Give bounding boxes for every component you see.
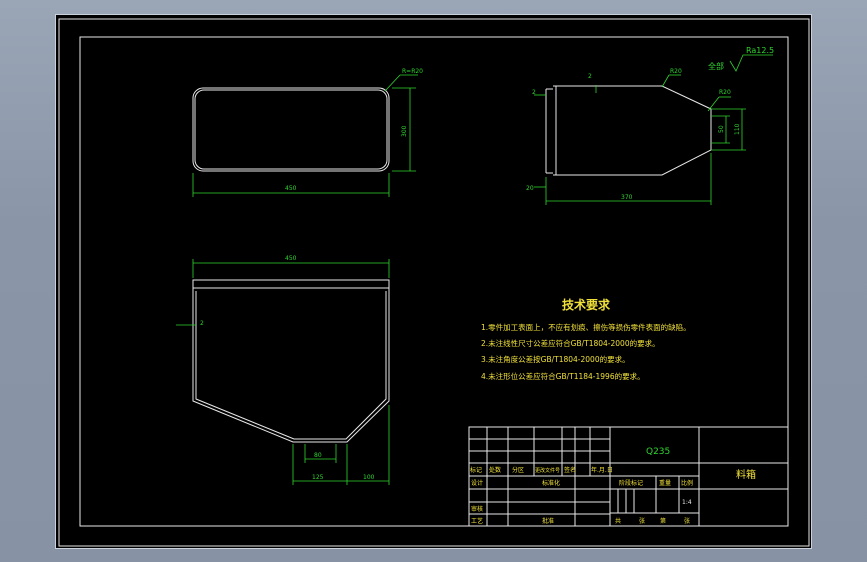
sheet-no-label: 第 <box>660 517 666 525</box>
dim-bottom-outlet-inner: 80 <box>314 452 322 459</box>
sheet-total-label: 共 <box>615 517 621 525</box>
label-approve: 批准 <box>542 517 554 525</box>
hdr-zone: 分区 <box>512 466 524 474</box>
dim-side-thickness2: 20 <box>526 185 534 192</box>
label-audit: 审核 <box>471 505 483 513</box>
hdr-date: 年.月.日 <box>591 466 613 474</box>
hdr-mark: 标记 <box>470 466 482 474</box>
technical-requirements: 技术要求 1.零件加工表面上，不应有划痕、擦伤等损伤零件表面的缺陷。 2.未注线… <box>481 297 691 381</box>
hdr-count: 处数 <box>489 466 501 474</box>
roughness-symbol <box>729 54 773 72</box>
tech-req-title: 技术要求 <box>562 297 611 312</box>
tech-req-item: 2.未注线性尺寸公差应符合GB/T1804-2000的要求。 <box>481 338 660 348</box>
dim-side-inner-height: 50 <box>718 125 725 133</box>
cad-viewport[interactable]: 450 300 R=R20 2 20 2 R20 R20 50 110 370 … <box>55 14 812 549</box>
tech-req-item: 3.未注角度公差按GB/T1804-2000的要求。 <box>481 354 630 364</box>
dim-side-chamfer: R20 <box>670 68 682 75</box>
label-process: 工艺 <box>471 517 483 525</box>
label-stage: 阶段标记 <box>619 479 643 487</box>
roughness-label: 全部 <box>708 61 724 71</box>
side-view: 2 20 2 R20 R20 50 110 370 全部 Ra12.5 <box>526 46 774 205</box>
hdr-sign: 签名 <box>564 466 576 474</box>
material-value: Q235 <box>646 447 670 457</box>
scale-value: 1:4 <box>682 499 692 506</box>
outer-frame <box>58 18 810 547</box>
roughness-value: Ra12.5 <box>746 46 774 55</box>
bottom-view: 2 450 80 125 100 <box>176 255 390 485</box>
drawing-sheet: 450 300 R=R20 2 20 2 R20 R20 50 110 370 … <box>58 18 810 547</box>
dim-side-thickness: 2 <box>532 89 536 96</box>
sheet-no-unit: 张 <box>684 517 690 525</box>
dim-corner-radius: R=R20 <box>402 68 423 75</box>
dim-side-mark: 2 <box>588 73 592 80</box>
dim-bottom-side: 100 <box>363 474 375 481</box>
part-name: 料箱 <box>736 468 756 481</box>
label-ratio: 比例 <box>681 479 693 487</box>
sheet-total-unit: 张 <box>639 517 645 525</box>
inner-frame <box>79 36 789 527</box>
dim-side-height: 110 <box>734 123 741 135</box>
tech-req-item: 4.未注形位公差应符合GB/T1184-1996的要求。 <box>481 371 645 381</box>
dim-front-width: 450 <box>285 185 297 192</box>
hdr-change: 更改文件号 <box>535 467 560 474</box>
dim-side-width: 370 <box>621 194 633 201</box>
title-block: Q235 料箱 标记 处数 分区 更改文件号 签名 年.月.日 设计 标准化 阶… <box>468 426 789 527</box>
label-design: 设计 <box>471 479 483 487</box>
label-standard: 标准化 <box>542 479 560 487</box>
dim-bottom-width: 450 <box>285 255 297 262</box>
tech-req-item: 1.零件加工表面上，不应有划痕、擦伤等损伤零件表面的缺陷。 <box>481 322 691 332</box>
front-view: 450 300 R=R20 <box>192 68 423 197</box>
dim-front-height: 300 <box>401 125 408 137</box>
dim-bottom-outlet-outer: 125 <box>312 474 324 481</box>
label-weight: 重量 <box>659 479 671 487</box>
dim-bottom-thickness: 2 <box>200 320 204 327</box>
dim-side-chamfer2: R20 <box>719 89 731 96</box>
